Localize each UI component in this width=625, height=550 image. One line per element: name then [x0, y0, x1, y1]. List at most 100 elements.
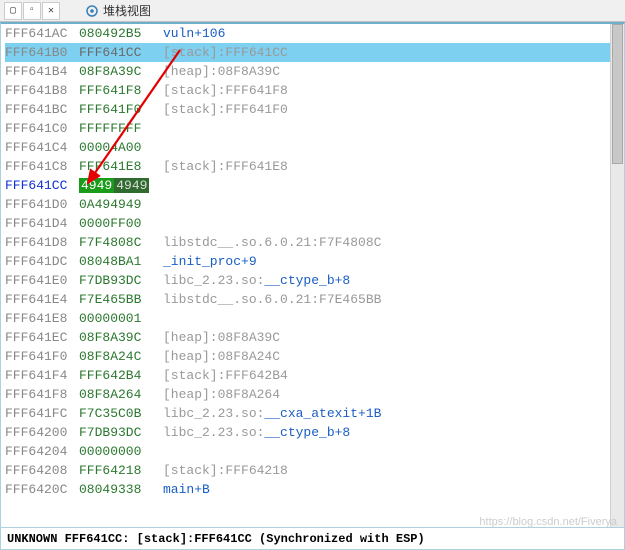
- address: FFF641E0: [5, 271, 79, 290]
- comment: [heap]:08F8A39C: [163, 330, 280, 345]
- stack-row[interactable]: FFF641B0FFF641CC[stack]:FFF641CC: [5, 43, 610, 62]
- value: FFF642B4: [79, 366, 163, 385]
- value: 080492B5: [79, 24, 163, 43]
- comment: [heap]:08F8A24C: [163, 349, 280, 364]
- stack-view: FFF641AC080492B5vuln+106FFF641B0FFF641CC…: [0, 22, 625, 528]
- value: FFFFFFFF: [79, 119, 163, 138]
- stack-row[interactable]: FFF6420400000000: [5, 442, 610, 461]
- value: 08F8A24C: [79, 347, 163, 366]
- stack-row[interactable]: FFF641D00A494949: [5, 195, 610, 214]
- address: FFF64200: [5, 423, 79, 442]
- status-text: UNKNOWN FFF641CC: [stack]:FFF641CC (Sync…: [7, 532, 425, 546]
- value: F7F4808C: [79, 233, 163, 252]
- stack-row[interactable]: FFF64200F7DB93DClibc_2.23.so:__ctype_b+8: [5, 423, 610, 442]
- value: 00000001: [79, 309, 163, 328]
- address: FFF641E4: [5, 290, 79, 309]
- value: 00000000: [79, 442, 163, 461]
- value: 08048BA1: [79, 252, 163, 271]
- symbol-link[interactable]: __ctype_b+8: [264, 273, 350, 288]
- symbol-link[interactable]: vuln+106: [163, 26, 225, 41]
- address: FFF641EC: [5, 328, 79, 347]
- value: F7DB93DC: [79, 423, 163, 442]
- stack-row[interactable]: FFF641DC08048BA1_init_proc+9: [5, 252, 610, 271]
- value: 0000FF00: [79, 214, 163, 233]
- toolbar-btn-2[interactable]: ▫: [23, 2, 41, 20]
- stack-row[interactable]: FFF641D40000FF00: [5, 214, 610, 233]
- address: FFF641F0: [5, 347, 79, 366]
- stack-row[interactable]: FFF641B408F8A39C[heap]:08F8A39C: [5, 62, 610, 81]
- comment: [stack]:FFF641CC: [163, 45, 288, 60]
- stack-row[interactable]: FFF641AC080492B5vuln+106: [5, 24, 610, 43]
- value: 49494949: [79, 176, 163, 195]
- address: FFF64208: [5, 461, 79, 480]
- stack-row[interactable]: FFF641E0F7DB93DClibc_2.23.so:__ctype_b+8: [5, 271, 610, 290]
- stack-row[interactable]: FFF641F808F8A264[heap]:08F8A264: [5, 385, 610, 404]
- address: FFF641C8: [5, 157, 79, 176]
- status-bar: UNKNOWN FFF641CC: [stack]:FFF641CC (Sync…: [0, 528, 625, 550]
- address: FFF641AC: [5, 24, 79, 43]
- value: FFF641F0: [79, 100, 163, 119]
- scrollbar-thumb[interactable]: [612, 24, 623, 164]
- value: 08F8A264: [79, 385, 163, 404]
- stack-row[interactable]: FFF64208FFF64218[stack]:FFF64218: [5, 461, 610, 480]
- comment: [stack]:FFF641F8: [163, 83, 288, 98]
- comment: _init_proc+9: [163, 254, 257, 269]
- value: F7E465BB: [79, 290, 163, 309]
- value: FFF641CC: [79, 43, 163, 62]
- comment: libc_2.23.so:__ctype_b+8: [163, 425, 350, 440]
- symbol-link[interactable]: main+B: [163, 482, 210, 497]
- comment: [heap]:08F8A39C: [163, 64, 280, 79]
- stack-row[interactable]: FFF641EC08F8A39C[heap]:08F8A39C: [5, 328, 610, 347]
- stack-row[interactable]: FFF641B8FFF641F8[stack]:FFF641F8: [5, 81, 610, 100]
- symbol-link[interactable]: __ctype_b+8: [264, 425, 350, 440]
- address: FFF641C0: [5, 119, 79, 138]
- address: FFF641FC: [5, 404, 79, 423]
- address: FFF641C4: [5, 138, 79, 157]
- value: F7C35C0B: [79, 404, 163, 423]
- stack-row[interactable]: FFF641CC49494949: [5, 176, 610, 195]
- stack-row[interactable]: FFF641E4F7E465BBlibstdc__.so.6.0.21:F7E4…: [5, 290, 610, 309]
- stack-row[interactable]: FFF641D8F7F4808Clibstdc__.so.6.0.21:F7F4…: [5, 233, 610, 252]
- address: FFF6420C: [5, 480, 79, 499]
- comment: [stack]:FFF641F0: [163, 102, 288, 117]
- value: FFF641E8: [79, 157, 163, 176]
- address: FFF641D0: [5, 195, 79, 214]
- address: FFF641BC: [5, 100, 79, 119]
- stack-row[interactable]: FFF641BCFFF641F0[stack]:FFF641F0: [5, 100, 610, 119]
- address: FFF641CC: [5, 176, 79, 195]
- symbol-link[interactable]: _init_proc+9: [163, 254, 257, 269]
- stack-row[interactable]: FFF641E800000001: [5, 309, 610, 328]
- value: 08F8A39C: [79, 328, 163, 347]
- stack-row[interactable]: FFF641C8FFF641E8[stack]:FFF641E8: [5, 157, 610, 176]
- toolbar-btn-1[interactable]: ▢: [4, 2, 22, 20]
- value: 08F8A39C: [79, 62, 163, 81]
- address: FFF64204: [5, 442, 79, 461]
- comment: libstdc__.so.6.0.21:F7F4808C: [163, 235, 381, 250]
- address: FFF641D8: [5, 233, 79, 252]
- stack-rows[interactable]: FFF641AC080492B5vuln+106FFF641B0FFF641CC…: [1, 24, 610, 527]
- stack-row[interactable]: FFF641F008F8A24C[heap]:08F8A24C: [5, 347, 610, 366]
- value: 00004A00: [79, 138, 163, 157]
- toolbar: ▢ ▫ ✕ 堆栈视图: [0, 0, 625, 22]
- vertical-scrollbar[interactable]: [610, 24, 624, 527]
- comment: libc_2.23.so:__ctype_b+8: [163, 273, 350, 288]
- value: 0A494949: [79, 195, 163, 214]
- symbol-link[interactable]: __cxa_atexit+1B: [264, 406, 381, 421]
- address: FFF641F4: [5, 366, 79, 385]
- stack-icon: [85, 4, 99, 18]
- toolbar-close[interactable]: ✕: [42, 2, 60, 20]
- address: FFF641B0: [5, 43, 79, 62]
- comment: vuln+106: [163, 26, 225, 41]
- stack-row[interactable]: FFF641C0FFFFFFFF: [5, 119, 610, 138]
- stack-row[interactable]: FFF641C400004A00: [5, 138, 610, 157]
- comment: main+B: [163, 482, 210, 497]
- address: FFF641E8: [5, 309, 79, 328]
- panel-title: 堆栈视图: [85, 2, 151, 19]
- stack-row[interactable]: FFF641FCF7C35C0Blibc_2.23.so:__cxa_atexi…: [5, 404, 610, 423]
- value: 08049338: [79, 480, 163, 499]
- comment: [stack]:FFF64218: [163, 463, 288, 478]
- stack-row[interactable]: FFF6420C08049338main+B: [5, 480, 610, 499]
- value: F7DB93DC: [79, 271, 163, 290]
- address: FFF641B4: [5, 62, 79, 81]
- stack-row[interactable]: FFF641F4FFF642B4[stack]:FFF642B4: [5, 366, 610, 385]
